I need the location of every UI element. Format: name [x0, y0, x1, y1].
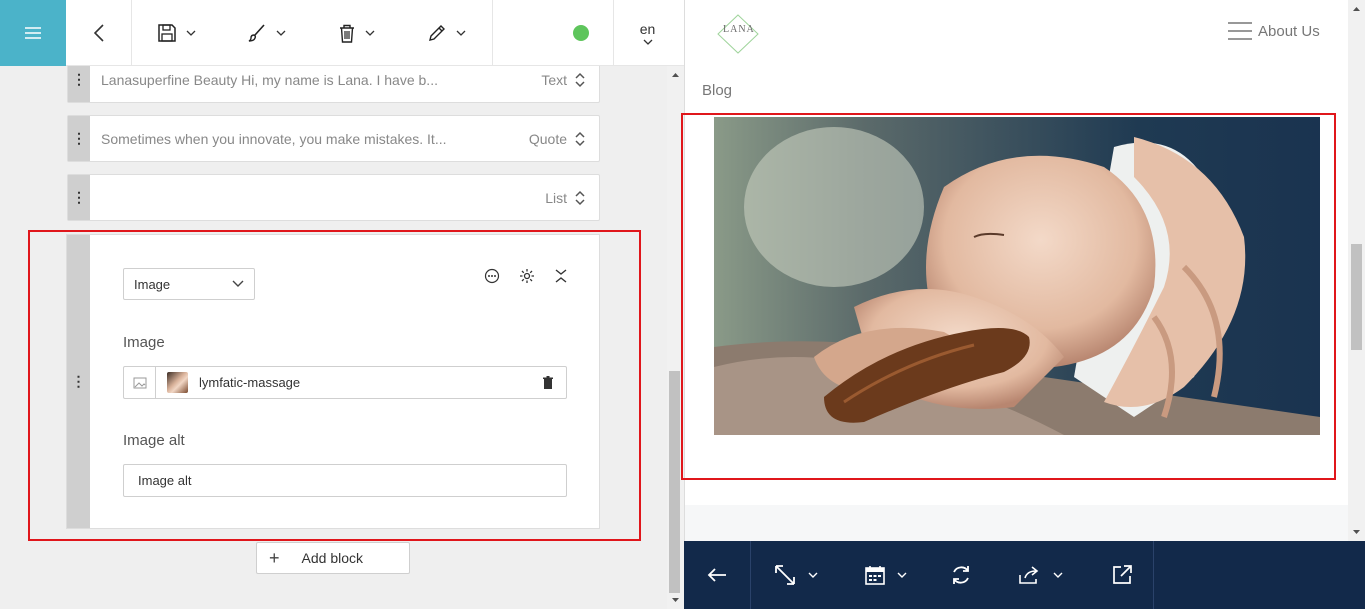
drag-handle-icon[interactable]: ⋮ [68, 175, 90, 220]
calendar-icon [865, 566, 885, 585]
external-link-icon [1113, 565, 1132, 584]
image-block: ⋮ Image Image lymfatic-massage Image alt [66, 234, 600, 529]
block-type-select[interactable]: Quote [529, 116, 585, 161]
sort-arrows-icon [575, 72, 585, 87]
refresh-icon [953, 566, 969, 584]
chevron-down-icon [1053, 572, 1063, 578]
chevron-down-icon [186, 30, 196, 36]
about-us-nav[interactable]: About Us [1228, 22, 1320, 40]
editor-scrollbar[interactable] [667, 66, 684, 609]
about-us-label: About Us [1258, 22, 1320, 40]
image-filename: lymfatic-massage [199, 375, 301, 390]
open-external-button[interactable] [1091, 541, 1153, 609]
chevron-down-icon [365, 30, 375, 36]
viewport-size-dropdown[interactable] [751, 541, 841, 609]
chevron-down-icon [232, 280, 244, 287]
status-indicator [492, 0, 614, 66]
image-picker-field[interactable]: lymfatic-massage [123, 366, 567, 399]
calendar-dropdown[interactable] [841, 541, 931, 609]
block-type-label: Text [541, 71, 567, 88]
block-type-value: Image [134, 276, 171, 292]
hamburger-icon [1228, 22, 1252, 40]
quote-block[interactable]: ⋮ Sometimes when you innovate, you make … [67, 115, 600, 162]
block-type-select[interactable]: List [545, 175, 585, 220]
save-dropdown[interactable] [132, 0, 222, 66]
preview-bottom-toolbar [684, 541, 1365, 609]
hamburger-icon [25, 27, 41, 39]
chevron-down-icon [897, 572, 907, 578]
back-button[interactable] [66, 0, 132, 66]
editor-panel: ⋮ Lanasuperfine Beauty Hi, my name is La… [0, 0, 684, 609]
scroll-down-icon[interactable] [1348, 525, 1365, 539]
scroll-down-icon[interactable] [667, 593, 684, 607]
arrow-left-icon [707, 568, 726, 582]
chevron-down-icon [808, 572, 818, 578]
edit-dropdown[interactable] [402, 0, 492, 66]
preview-panel: LANA About Us Blog [684, 0, 1365, 541]
image-field-label: Image [123, 334, 165, 351]
add-block-button[interactable]: + Add block [256, 542, 410, 574]
list-block[interactable]: ⋮ List [67, 174, 600, 221]
logo-text: LANA [723, 24, 755, 35]
image-placeholder-icon [124, 367, 156, 398]
brush-icon [248, 24, 265, 42]
editor-toolbar: en [0, 0, 684, 66]
refresh-button[interactable] [931, 541, 991, 609]
chevron-down-icon [643, 39, 652, 45]
image-thumbnail [167, 372, 188, 393]
trash-icon [340, 24, 354, 43]
massage-photo [714, 117, 1320, 435]
save-icon [158, 24, 176, 42]
delete-dropdown[interactable] [312, 0, 402, 66]
divider [1153, 541, 1154, 609]
block-summary: Sometimes when you innovate, you make mi… [101, 130, 447, 147]
scrollbar-thumb[interactable] [1351, 244, 1362, 350]
chevron-down-icon [276, 30, 286, 36]
chevron-down-icon [456, 30, 466, 36]
pen-icon [429, 25, 445, 41]
settings-gear-icon[interactable] [519, 268, 535, 284]
style-dropdown[interactable] [222, 0, 312, 66]
add-block-label: Add block [301, 550, 363, 566]
scrollbar-thumb[interactable] [669, 371, 680, 593]
menu-button[interactable] [0, 0, 66, 66]
plus-icon: + [269, 547, 280, 568]
image-alt-label: Image alt [123, 432, 185, 449]
sort-arrows-icon [575, 131, 585, 146]
share-icon [1019, 566, 1039, 584]
scroll-up-icon[interactable] [667, 68, 684, 82]
share-dropdown[interactable] [991, 541, 1091, 609]
block-type-dropdown[interactable]: Image [123, 268, 255, 300]
preview-footer-band [685, 505, 1350, 541]
sort-arrows-icon [575, 190, 585, 205]
preview-scrollbar[interactable] [1348, 0, 1365, 541]
scroll-up-icon[interactable] [1348, 2, 1365, 16]
back-arrow-button[interactable] [684, 541, 750, 609]
collapse-icon[interactable] [554, 268, 568, 284]
block-type-label: Quote [528, 130, 567, 147]
delete-image-icon[interactable] [542, 375, 554, 390]
back-icon [93, 24, 104, 42]
image-alt-input[interactable]: Image alt [123, 464, 567, 497]
status-dot [573, 25, 589, 41]
block-type-label: List [545, 189, 567, 206]
drag-handle-icon[interactable]: ⋮ [67, 235, 90, 528]
drag-handle-icon[interactable]: ⋮ [68, 116, 90, 161]
more-options-icon[interactable] [484, 268, 500, 284]
language-label: en [639, 21, 656, 37]
language-selector[interactable]: en [614, 0, 681, 66]
resize-diagonal-icon [775, 565, 795, 585]
blog-section-label: Blog [702, 82, 733, 99]
